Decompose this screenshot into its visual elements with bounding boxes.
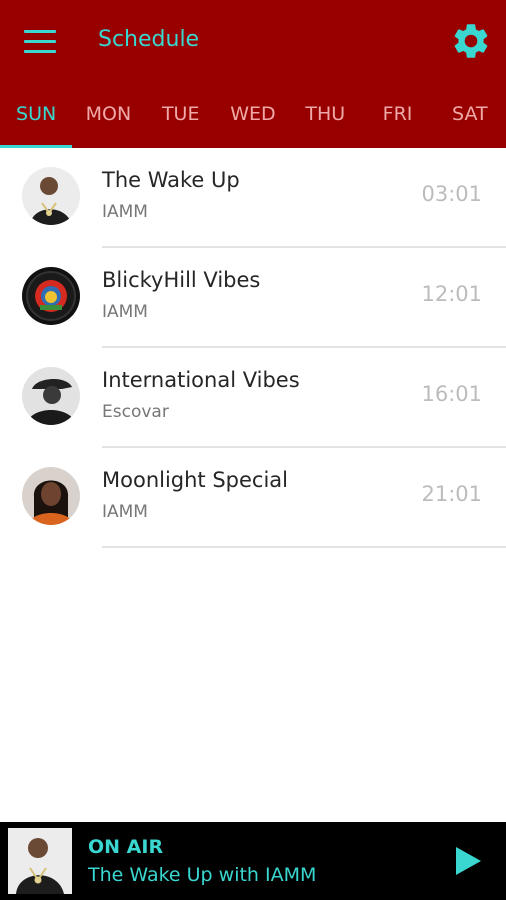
tab-wed[interactable]: WED (217, 88, 289, 148)
now-playing-artwork (8, 828, 72, 894)
show-time: 16:01 (421, 382, 482, 406)
list-item[interactable]: BlickyHill Vibes IAMM 12:01 (0, 248, 506, 348)
show-title: International Vibes (102, 368, 300, 392)
divider (102, 546, 506, 548)
schedule-list: The Wake Up IAMM 03:01 BlickyHill Vibes … (0, 148, 506, 548)
list-item[interactable]: The Wake Up IAMM 03:01 (0, 148, 506, 248)
day-tabs: SUN MON TUE WED THU FRI SAT (0, 88, 506, 148)
tab-fri[interactable]: FRI (361, 88, 433, 148)
host-avatar (22, 467, 80, 525)
hamburger-menu-icon[interactable] (24, 30, 56, 54)
tab-sun[interactable]: SUN (0, 88, 73, 148)
show-host: IAMM (102, 502, 148, 522)
app-bar: Schedule SUN MON TUE WED THU FRI SAT (0, 0, 506, 148)
gear-icon[interactable] (450, 20, 492, 62)
show-title: Moonlight Special (102, 468, 289, 492)
show-logo-avatar (22, 267, 80, 325)
tab-mon[interactable]: MON (72, 88, 144, 148)
page-title: Schedule (98, 27, 200, 52)
host-avatar (22, 367, 80, 425)
tab-sat[interactable]: SAT (434, 88, 506, 148)
now-playing-bar[interactable]: ON AIR The Wake Up with IAMM (0, 822, 506, 900)
show-title: The Wake Up (102, 168, 240, 192)
show-time: 03:01 (421, 182, 482, 206)
show-time: 12:01 (421, 282, 482, 306)
list-item[interactable]: International Vibes Escovar 16:01 (0, 348, 506, 448)
host-avatar (22, 167, 80, 225)
play-icon[interactable] (454, 846, 482, 876)
list-item[interactable]: Moonlight Special IAMM 21:01 (0, 448, 506, 548)
show-host: Escovar (102, 402, 169, 422)
on-air-label: ON AIR (88, 836, 164, 858)
show-time: 21:01 (421, 482, 482, 506)
show-host: IAMM (102, 202, 148, 222)
show-title: BlickyHill Vibes (102, 268, 261, 292)
now-playing-title: The Wake Up with IAMM (88, 864, 317, 886)
show-host: IAMM (102, 302, 148, 322)
tab-thu[interactable]: THU (289, 88, 361, 148)
tab-tue[interactable]: TUE (145, 88, 217, 148)
